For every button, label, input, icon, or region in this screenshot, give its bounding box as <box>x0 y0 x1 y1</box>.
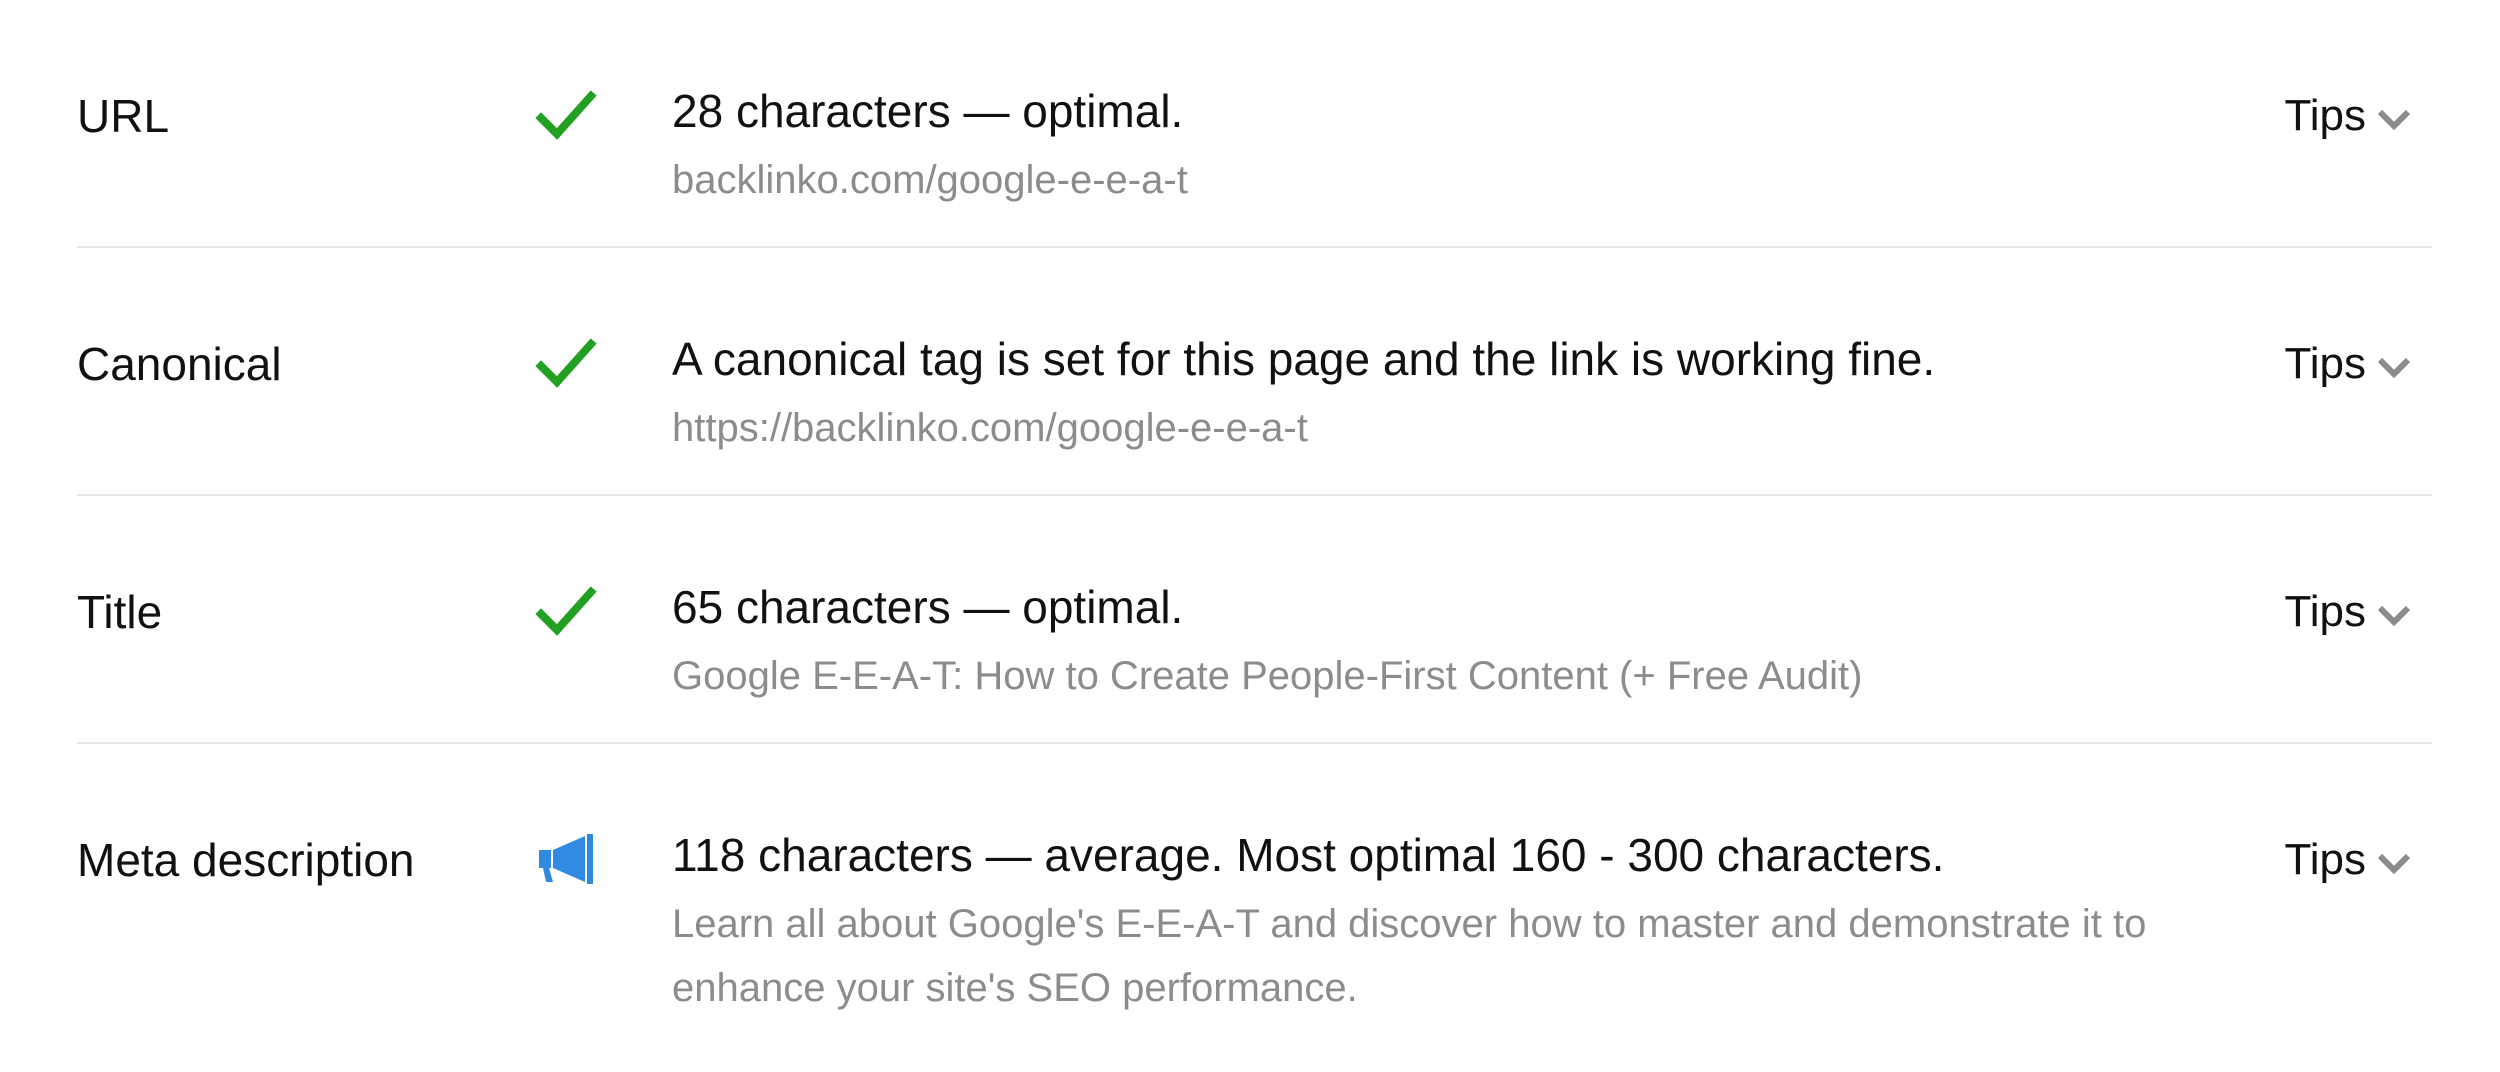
chevron-down-icon <box>2377 853 2411 875</box>
chevron-down-icon <box>2377 357 2411 379</box>
audit-row-title: Title 65 characters — optimal. Google E-… <box>77 496 2432 744</box>
chevron-down-icon <box>2377 109 2411 131</box>
row-detail: Learn all about Google's E-E-A-T and dis… <box>672 902 2147 1010</box>
tips-label: Tips <box>2284 835 2367 884</box>
megaphone-icon <box>535 832 599 888</box>
row-headline: 65 characters — optimal. <box>672 581 1184 633</box>
tips-label: Tips <box>2284 339 2367 388</box>
seo-audit-list: URL 28 characters — optimal. backlinko.c… <box>0 0 2500 1072</box>
row-content: 65 characters — optimal. Google E-E-A-T:… <box>672 578 2292 708</box>
row-label: Title <box>77 586 163 638</box>
row-detail: Google E-E-A-T: How to Create People-Fir… <box>672 654 1863 698</box>
checkmark-icon <box>535 336 599 392</box>
row-headline: 118 characters — average. Most optimal 1… <box>672 829 1945 881</box>
row-headline: A canonical tag is set for this page and… <box>672 333 1936 385</box>
tips-toggle[interactable]: Tips <box>2285 336 2413 392</box>
row-detail: https://backlinko.com/google-e-e-a-t <box>672 406 1308 450</box>
row-label: Canonical <box>77 338 282 390</box>
tips-toggle[interactable]: Tips <box>2285 832 2413 888</box>
tips-toggle[interactable]: Tips <box>2285 584 2413 640</box>
tips-label: Tips <box>2284 91 2367 140</box>
row-detail: backlinko.com/google-e-e-a-t <box>672 158 1188 202</box>
chevron-down-icon <box>2377 605 2411 627</box>
audit-row-canonical: Canonical A canonical tag is set for thi… <box>77 248 2432 496</box>
row-label: URL <box>77 90 170 142</box>
row-content: 118 characters — average. Most optimal 1… <box>672 826 2292 1020</box>
audit-row-meta-description: Meta description 118 characters — averag… <box>77 744 2432 1072</box>
row-headline: 28 characters — optimal. <box>672 85 1184 137</box>
tips-label: Tips <box>2284 587 2367 636</box>
checkmark-icon <box>535 584 599 640</box>
row-label: Meta description <box>77 834 415 886</box>
checkmark-icon <box>535 88 599 144</box>
row-content: A canonical tag is set for this page and… <box>672 330 2292 460</box>
row-content: 28 characters — optimal. backlinko.com/g… <box>672 82 2292 212</box>
tips-toggle[interactable]: Tips <box>2285 88 2413 144</box>
audit-row-url: URL 28 characters — optimal. backlinko.c… <box>77 0 2432 248</box>
